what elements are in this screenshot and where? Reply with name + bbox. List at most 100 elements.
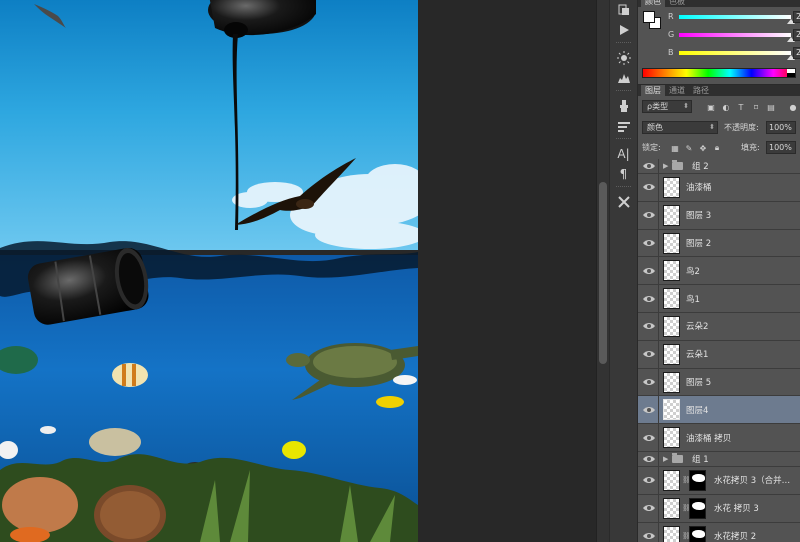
layer-row[interactable]: 油漆桶 <box>638 174 800 202</box>
fill-field[interactable]: 100% <box>766 141 796 154</box>
color-panel: 颜色 色板 R 255 G 255 B 255 <box>638 0 800 84</box>
layer-name: 鸟2 <box>686 266 700 277</box>
layer-row[interactable]: 云朵1 <box>638 340 800 369</box>
visibility-eye-icon[interactable] <box>643 532 655 540</box>
color-panel-tabs: 颜色 色板 <box>638 0 800 7</box>
visibility-eye-icon[interactable] <box>643 295 655 303</box>
visibility-eye-icon[interactable] <box>643 504 655 512</box>
layer-name: 组 1 <box>692 454 709 465</box>
blue-channel-slider[interactable] <box>679 51 791 55</box>
play-icon[interactable] <box>610 20 637 40</box>
character-icon[interactable]: A| <box>610 144 637 164</box>
blue-channel-row: B 255 <box>668 47 800 60</box>
black-white-chip[interactable] <box>787 69 795 77</box>
filter-toggle-icon[interactable]: ● <box>788 102 798 112</box>
group-expand-caret-icon[interactable]: ▶ <box>663 455 668 463</box>
tab-swatches[interactable]: 色板 <box>665 0 689 7</box>
layer-thumbnail <box>663 343 680 365</box>
history-icon[interactable] <box>610 0 637 20</box>
brightness-icon[interactable] <box>610 48 637 68</box>
layer-row[interactable]: 图层 5 <box>638 368 800 397</box>
lock-image-icon[interactable]: ✎ <box>684 143 694 153</box>
opacity-label: 不透明度: <box>724 123 759 132</box>
layer-thumbnail <box>663 469 680 491</box>
color-spectrum-bar[interactable] <box>642 68 796 78</box>
layer-row[interactable]: 图层 2 <box>638 229 800 258</box>
brush-presets-icon[interactable] <box>610 116 637 136</box>
visibility-eye-icon[interactable] <box>643 211 655 219</box>
visibility-eye-icon[interactable] <box>643 322 655 330</box>
opacity-field[interactable]: 100% <box>766 121 796 134</box>
tab-channels[interactable]: 通道 <box>665 85 689 96</box>
layer-row[interactable]: 鸟1 <box>638 285 800 313</box>
red-channel-slider[interactable] <box>679 15 791 19</box>
blue-channel-label: B <box>668 48 674 57</box>
layer-row[interactable]: 云朵2 <box>638 312 800 341</box>
layer-mask-thumbnail[interactable] <box>689 525 706 542</box>
foreground-color-swatch[interactable] <box>643 11 655 23</box>
clone-source-icon[interactable] <box>610 96 637 116</box>
layer-mask-thumbnail[interactable] <box>689 497 706 519</box>
visibility-eye-icon[interactable] <box>643 162 655 170</box>
red-value-field[interactable]: 255 <box>793 11 800 23</box>
layer-list[interactable]: ▶ 组 2 油漆桶图层 3 图层 2 鸟2 鸟1 云朵2 云朵1 图层 5 图层4 油漆桶 拷贝 ▶ 组… <box>638 159 800 542</box>
layer-thumbnail <box>663 427 680 449</box>
red-channel-row: R 255 <box>668 11 800 24</box>
layer-row[interactable]: ⛓ 水花 拷贝 3 <box>638 494 800 523</box>
vertical-scrollbar[interactable] <box>596 0 609 542</box>
visibility-eye-icon[interactable] <box>643 350 655 358</box>
fill-label: 填充: <box>741 143 760 152</box>
filter-type-icon[interactable]: T <box>736 102 746 112</box>
layer-group-row[interactable]: ▶ 组 1 <box>638 451 800 467</box>
visibility-eye-icon[interactable] <box>643 434 655 442</box>
lock-position-icon[interactable]: ✥ <box>698 143 708 153</box>
layer-name: 油漆桶 <box>686 183 712 194</box>
blend-mode-dropdown[interactable]: 颜色 ⬍ <box>642 121 718 134</box>
green-channel-slider[interactable] <box>679 33 791 37</box>
layer-thumbnail <box>663 232 680 254</box>
filter-adjustment-icon[interactable]: ◐ <box>721 102 731 112</box>
layer-row[interactable]: 图层 3 <box>638 201 800 230</box>
visibility-eye-icon[interactable] <box>643 267 655 275</box>
layer-name: 图层 2 <box>686 238 712 249</box>
layer-group-row[interactable]: ▶ 组 2 <box>638 159 800 174</box>
layer-thumbnail <box>663 288 680 310</box>
folder-icon <box>672 160 683 170</box>
green-value-field[interactable]: 255 <box>793 29 800 41</box>
document-canvas[interactable] <box>0 0 418 542</box>
paragraph-icon[interactable]: ¶ <box>610 164 637 184</box>
visibility-eye-icon[interactable] <box>643 455 655 463</box>
layer-row[interactable]: 鸟2 <box>638 257 800 286</box>
tab-layers[interactable]: 图层 <box>641 85 665 96</box>
visibility-eye-icon[interactable] <box>643 378 655 386</box>
tab-color[interactable]: 颜色 <box>641 0 665 7</box>
blue-value-field[interactable]: 255 <box>793 47 800 59</box>
layer-name: 水花拷贝 2 <box>714 531 757 542</box>
layer-thumbnail <box>663 177 680 198</box>
filter-smart-object-icon[interactable]: ▤ <box>766 102 776 112</box>
visibility-eye-icon[interactable] <box>643 406 655 414</box>
layer-mask-thumbnail[interactable] <box>689 469 706 491</box>
group-expand-caret-icon[interactable]: ▶ <box>663 162 668 170</box>
visibility-eye-icon[interactable] <box>643 476 655 484</box>
layer-row[interactable]: 油漆桶 拷贝 <box>638 424 800 452</box>
layers-panel-tabs: 图层 通道 路径 <box>638 85 800 96</box>
levels-icon[interactable] <box>610 68 637 88</box>
blend-opacity-row: 颜色 ⬍ 不透明度: 100% <box>638 121 800 135</box>
filter-shape-icon[interactable]: ⌑ <box>751 102 761 112</box>
scroll-thumb[interactable] <box>599 182 607 364</box>
layer-row[interactable]: ⛓ 水花拷贝 3（合并… <box>638 466 800 495</box>
filter-kind-dropdown[interactable]: ρ类型 ⬍ <box>642 100 692 113</box>
tab-paths[interactable]: 路径 <box>689 85 713 96</box>
layer-row[interactable]: 图层4 <box>638 396 800 425</box>
layer-row[interactable]: ⛓ 水花拷贝 2 <box>638 522 800 542</box>
lock-label: 锁定: <box>642 143 661 152</box>
filter-pixel-icon[interactable]: ▣ <box>706 102 716 112</box>
visibility-eye-icon[interactable] <box>643 239 655 247</box>
lock-transparent-icon[interactable]: ▦ <box>670 143 680 153</box>
layer-name: 云朵1 <box>686 350 709 361</box>
visibility-eye-icon[interactable] <box>643 183 655 191</box>
tool-presets-icon[interactable] <box>610 192 637 212</box>
lock-all-icon[interactable]: 🔒︎ <box>712 143 722 153</box>
layer-thumbnail <box>663 525 680 542</box>
